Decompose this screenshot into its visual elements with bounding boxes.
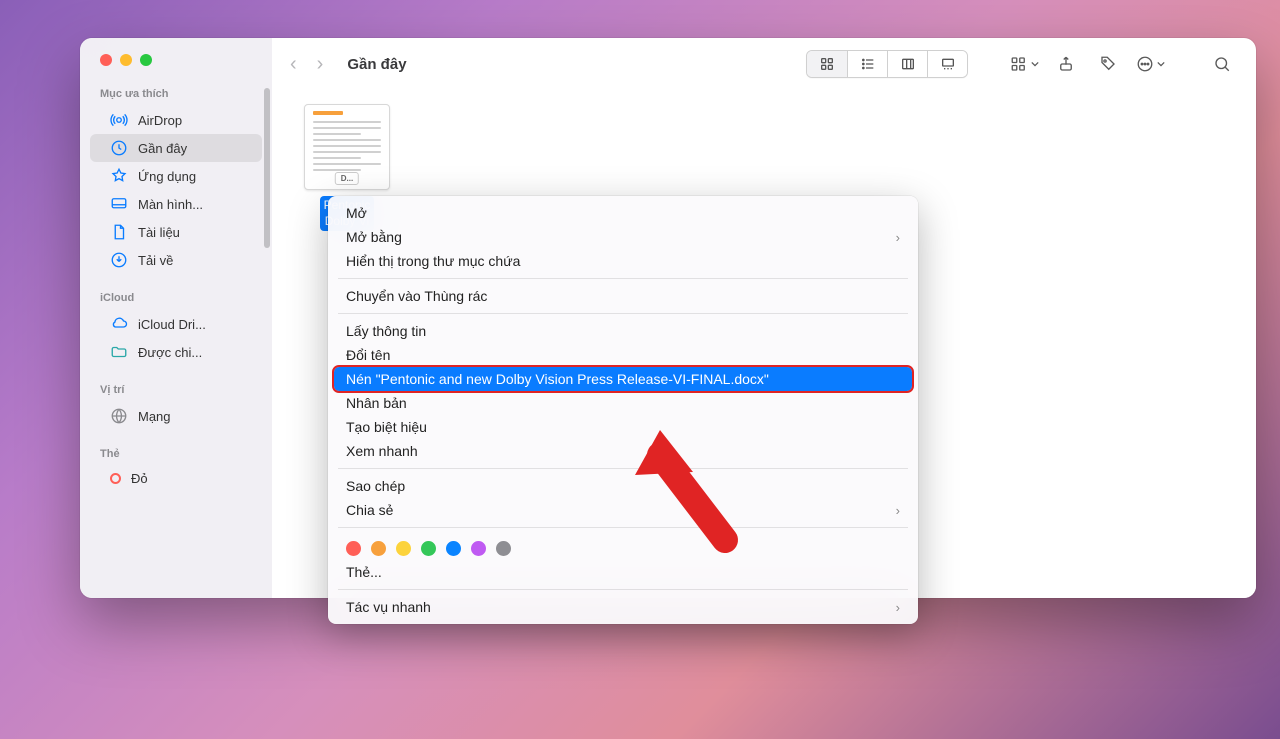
icon-view-button[interactable] bbox=[807, 51, 847, 77]
chevron-right-icon: › bbox=[896, 503, 900, 518]
document-icon bbox=[110, 223, 128, 241]
menu-quick-look[interactable]: Xem nhanh bbox=[328, 439, 918, 463]
share-button[interactable] bbox=[1050, 51, 1082, 77]
tag-color-green[interactable] bbox=[421, 541, 436, 556]
menu-separator bbox=[338, 468, 908, 469]
chevron-right-icon: › bbox=[896, 600, 900, 615]
file-ext-badge: D... bbox=[335, 172, 359, 185]
menu-share[interactable]: Chia sẻ› bbox=[328, 498, 918, 522]
menu-separator bbox=[338, 278, 908, 279]
sidebar-scrollbar[interactable] bbox=[264, 88, 270, 248]
sidebar-item-label: iCloud Dri... bbox=[138, 317, 206, 332]
sidebar-item-icloud-drive[interactable]: iCloud Dri... bbox=[90, 310, 262, 338]
sidebar-item-label: Mạng bbox=[138, 409, 171, 424]
nav-arrows: ‹ › bbox=[290, 53, 323, 76]
close-window-button[interactable] bbox=[100, 54, 112, 66]
tag-color-yellow[interactable] bbox=[396, 541, 411, 556]
sidebar-item-applications[interactable]: Ứng dụng bbox=[90, 162, 262, 190]
sidebar-item-recents[interactable]: Gần đây bbox=[90, 134, 262, 162]
menu-separator bbox=[338, 313, 908, 314]
chevron-down-icon bbox=[1157, 60, 1165, 68]
tag-color-picker bbox=[328, 533, 918, 560]
menu-separator bbox=[338, 589, 908, 590]
network-icon bbox=[110, 407, 128, 425]
minimize-window-button[interactable] bbox=[120, 54, 132, 66]
fullscreen-window-button[interactable] bbox=[140, 54, 152, 66]
window-controls bbox=[80, 54, 272, 84]
download-icon bbox=[110, 251, 128, 269]
cloud-icon bbox=[110, 315, 128, 333]
toolbar: ‹ › Gần đây bbox=[272, 38, 1256, 90]
forward-button[interactable]: › bbox=[317, 53, 324, 76]
sidebar-item-label: Tải về bbox=[138, 253, 173, 268]
menu-duplicate[interactable]: Nhân bản bbox=[328, 391, 918, 415]
action-menu-button[interactable] bbox=[1134, 51, 1166, 77]
sidebar-section-favorites-title: Mục ưa thích bbox=[80, 84, 272, 106]
sidebar: Mục ưa thích AirDrop Gần đây Ứng dụng Mà… bbox=[80, 38, 272, 598]
sidebar-item-shared[interactable]: Được chi... bbox=[90, 338, 262, 366]
tag-color-orange[interactable] bbox=[371, 541, 386, 556]
back-button[interactable]: ‹ bbox=[290, 53, 297, 76]
menu-get-info[interactable]: Lấy thông tin bbox=[328, 319, 918, 343]
shared-folder-icon bbox=[110, 343, 128, 361]
file-thumbnail: D... bbox=[304, 104, 390, 190]
tag-color-purple[interactable] bbox=[471, 541, 486, 556]
menu-separator bbox=[338, 527, 908, 528]
sidebar-item-airdrop[interactable]: AirDrop bbox=[90, 106, 262, 134]
menu-move-to-trash[interactable]: Chuyển vào Thùng rác bbox=[328, 284, 918, 308]
tag-color-blue[interactable] bbox=[446, 541, 461, 556]
list-view-button[interactable] bbox=[847, 51, 887, 77]
location-title: Gần đây bbox=[347, 56, 406, 73]
menu-show-in-folder[interactable]: Hiển thị trong thư mục chứa bbox=[328, 249, 918, 273]
chevron-right-icon: › bbox=[896, 230, 900, 245]
menu-tags[interactable]: Thẻ... bbox=[328, 560, 918, 584]
column-view-button[interactable] bbox=[887, 51, 927, 77]
sidebar-item-label: AirDrop bbox=[138, 113, 182, 128]
view-switcher bbox=[806, 50, 968, 78]
sidebar-section-tags-title: Thẻ bbox=[80, 444, 272, 466]
group-by-button[interactable] bbox=[1008, 51, 1040, 77]
sidebar-item-label: Màn hình... bbox=[138, 197, 203, 212]
menu-quick-actions[interactable]: Tác vụ nhanh› bbox=[328, 595, 918, 619]
menu-open[interactable]: Mở bbox=[328, 201, 918, 225]
sidebar-item-label: Đỏ bbox=[131, 471, 148, 486]
menu-make-alias[interactable]: Tạo biệt hiệu bbox=[328, 415, 918, 439]
gallery-view-button[interactable] bbox=[927, 51, 967, 77]
sidebar-item-desktop[interactable]: Màn hình... bbox=[90, 190, 262, 218]
menu-compress[interactable]: Nén "Pentonic and new Dolby Vision Press… bbox=[334, 367, 912, 391]
tag-red-icon bbox=[110, 473, 121, 484]
sidebar-item-documents[interactable]: Tài liệu bbox=[90, 218, 262, 246]
sidebar-item-label: Ứng dụng bbox=[138, 169, 196, 184]
chevron-down-icon bbox=[1031, 60, 1039, 68]
sidebar-item-network[interactable]: Mạng bbox=[90, 402, 262, 430]
sidebar-item-downloads[interactable]: Tải về bbox=[90, 246, 262, 274]
search-button[interactable] bbox=[1206, 51, 1238, 77]
menu-copy[interactable]: Sao chép bbox=[328, 474, 918, 498]
context-menu: Mở Mở bằng› Hiển thị trong thư mục chứa … bbox=[328, 196, 918, 624]
airdrop-icon bbox=[110, 111, 128, 129]
tag-color-gray[interactable] bbox=[496, 541, 511, 556]
tags-button[interactable] bbox=[1092, 51, 1124, 77]
applications-icon bbox=[110, 167, 128, 185]
clock-icon bbox=[110, 139, 128, 157]
sidebar-item-tag-red[interactable]: Đỏ bbox=[90, 466, 262, 491]
sidebar-item-label: Gần đây bbox=[138, 141, 187, 156]
sidebar-item-label: Được chi... bbox=[138, 345, 202, 360]
desktop-icon bbox=[110, 195, 128, 213]
sidebar-item-label: Tài liệu bbox=[138, 225, 180, 240]
tag-color-red[interactable] bbox=[346, 541, 361, 556]
sidebar-section-icloud-title: iCloud bbox=[80, 288, 272, 310]
menu-open-with[interactable]: Mở bằng› bbox=[328, 225, 918, 249]
menu-rename[interactable]: Đổi tên bbox=[328, 343, 918, 367]
sidebar-section-locations-title: Vị trí bbox=[80, 380, 272, 402]
